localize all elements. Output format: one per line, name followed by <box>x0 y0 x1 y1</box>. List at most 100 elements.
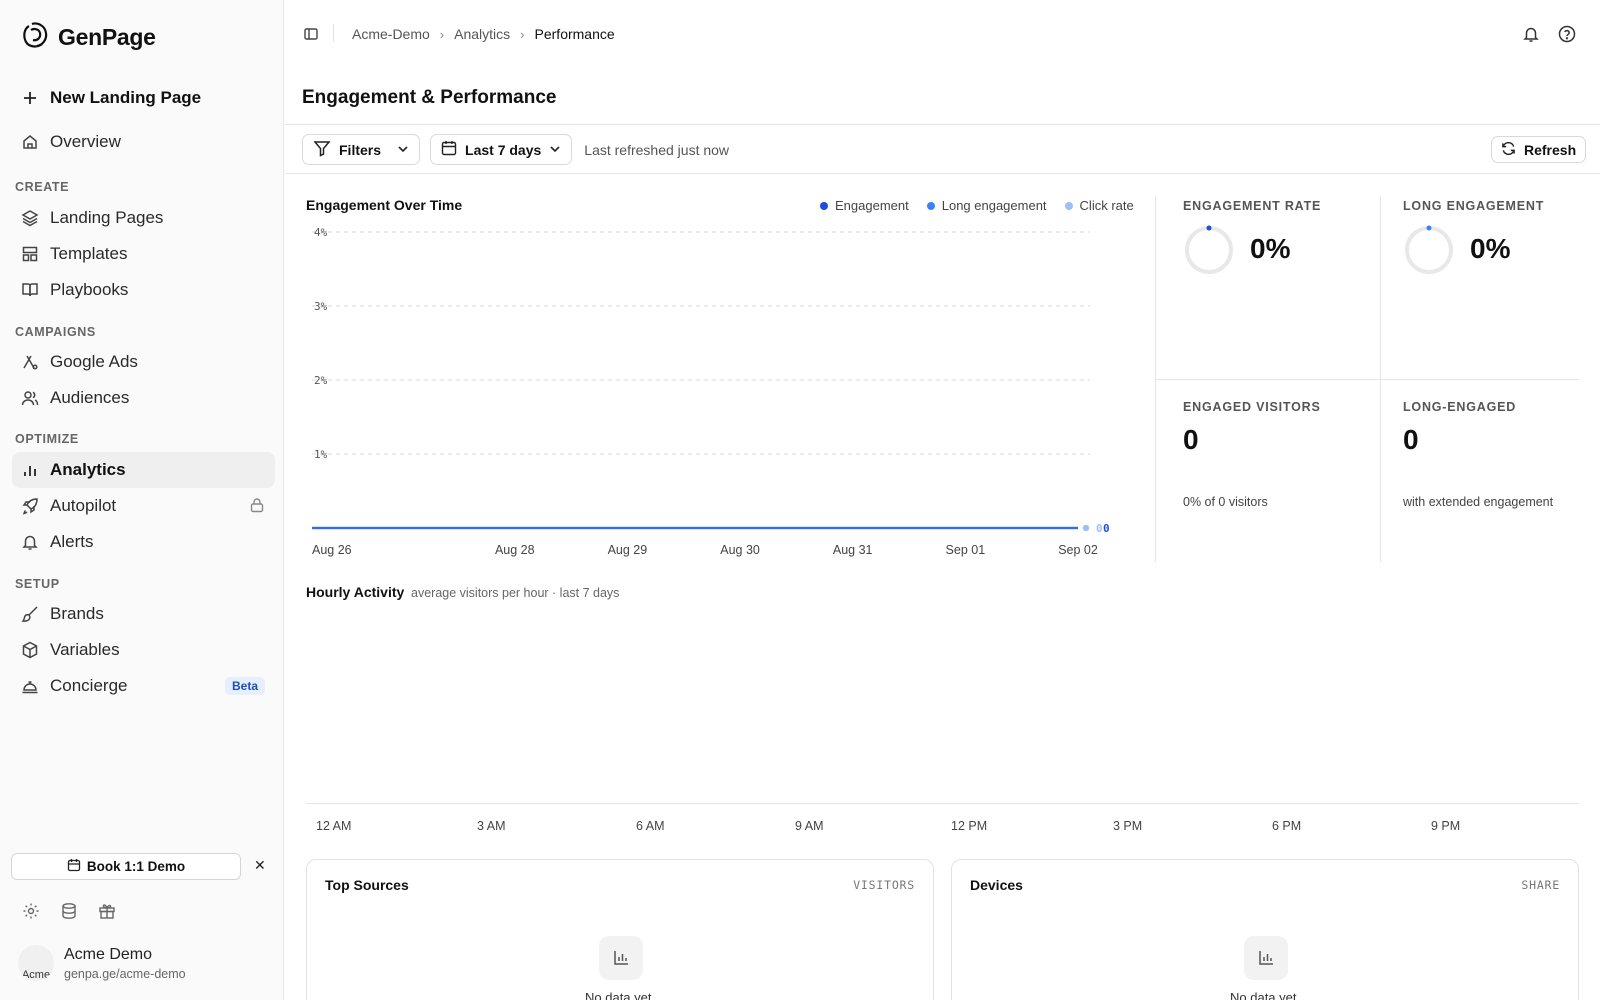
sidebar-footer-icons <box>22 902 116 925</box>
x-tick-label: Aug 26 <box>312 543 352 557</box>
sidebar-item-concierge[interactable]: Concierge Beta <box>12 668 275 704</box>
hour-label: 3 AM <box>477 819 506 833</box>
chevron-down-icon <box>549 142 561 158</box>
filters-label: Filters <box>339 141 382 158</box>
legend-item-engagement[interactable]: Engagement <box>820 198 909 213</box>
sidebar-item-label: Landing Pages <box>50 208 164 227</box>
notifications-bell-icon[interactable] <box>1522 25 1540 48</box>
sidebar-item-label: Templates <box>50 244 128 263</box>
x-tick-label: Aug 30 <box>720 543 760 557</box>
kpi-label: ENGAGED VISITORS <box>1183 400 1321 414</box>
hour-label: 6 PM <box>1272 819 1302 833</box>
hour-label: 12 PM <box>951 819 988 833</box>
engagement-chart: 1% 2% 3% 4% 0 0 Aug 26 Aug 28 Aug 29 Aug 30 Aug 31… <box>312 226 1110 557</box>
refresh-button[interactable]: Refresh <box>1491 136 1587 163</box>
users-icon <box>20 388 40 408</box>
kpi-label: ENGAGEMENT RATE <box>1183 199 1322 213</box>
bar-chart-icon <box>20 460 40 480</box>
sidebar-item-label: Brands <box>50 604 104 623</box>
x-tick-label: Aug 29 <box>608 543 648 557</box>
hourly-activity-subtitle: average visitors per hour · last 7 days <box>411 586 620 600</box>
book-icon <box>20 280 40 300</box>
breadcrumb: Acme-Demo › Analytics › Performance <box>352 26 615 42</box>
sidebar-item-playbooks[interactable]: Playbooks <box>12 272 275 308</box>
kpi-subtext: 0% of 0 visitors <box>1183 495 1268 509</box>
sidebar-item-label: Analytics <box>50 460 126 479</box>
kpi-value: 0% <box>1470 233 1511 264</box>
sidebar-item-variables[interactable]: Variables <box>12 632 275 668</box>
top-sources-card: Top Sources VISITORS No data yet <box>306 859 934 1000</box>
section-label-optimize: OPTIMIZE <box>15 432 79 446</box>
breadcrumb-item-analytics[interactable]: Analytics <box>454 26 510 42</box>
breadcrumb-item-performance: Performance <box>534 26 615 42</box>
y-tick-label: 3% <box>314 300 328 313</box>
sidebar-item-autopilot[interactable]: Autopilot <box>12 488 275 524</box>
sidebar-item-alerts[interactable]: Alerts <box>12 524 275 560</box>
sidebar-item-label: Audiences <box>50 388 130 407</box>
sidebar-item-overview[interactable]: Overview <box>12 124 275 160</box>
calendar-icon <box>67 858 81 875</box>
database-icon[interactable] <box>60 902 78 925</box>
new-landing-page-button[interactable]: New Landing Page <box>12 80 275 116</box>
sidebar-item-label: Overview <box>50 132 121 151</box>
gift-icon[interactable] <box>98 902 116 925</box>
gear-icon[interactable] <box>22 902 40 925</box>
sidebar-item-label: Concierge <box>50 676 128 695</box>
bell-icon <box>20 532 40 552</box>
y-tick-label: 4% <box>314 226 328 239</box>
user-profile[interactable]: Acme Acme Demo genpa.ge/acme-demo <box>18 945 186 981</box>
last-refreshed-text: Last refreshed just now <box>584 141 730 158</box>
hourly-activity-title: Hourly Activity <box>306 584 405 600</box>
empty-state-text: No data yet <box>585 990 652 1000</box>
divider <box>285 124 1600 125</box>
series-endpoint <box>1082 524 1090 532</box>
close-icon[interactable]: ✕ <box>254 857 266 874</box>
sidebar-item-templates[interactable]: Templates <box>12 236 275 272</box>
book-demo-button[interactable]: Book 1:1 Demo <box>11 853 241 880</box>
kpi-label: LONG-ENGAGED <box>1403 400 1517 414</box>
sidebar-item-landing-pages[interactable]: Landing Pages <box>12 200 275 236</box>
sidebar-item-audiences[interactable]: Audiences <box>12 380 275 416</box>
y-tick-label: 1% <box>314 448 328 461</box>
sidebar-item-label: Variables <box>50 640 120 659</box>
app-logo[interactable]: GenPage <box>20 20 156 55</box>
avatar-alt-text: Acme <box>21 969 51 981</box>
refresh-label: Refresh <box>1524 141 1577 158</box>
hour-label: 9 PM <box>1431 819 1461 833</box>
cube-icon <box>20 640 40 660</box>
hour-label: 9 AM <box>795 819 824 833</box>
brush-icon <box>20 604 40 624</box>
divider <box>285 173 1600 174</box>
legend-item-long-engagement[interactable]: Long engagement <box>926 198 1047 213</box>
empty-chart-icon <box>599 936 643 980</box>
home-icon <box>20 132 40 152</box>
card-meta: SHARE <box>1521 878 1560 892</box>
breadcrumb-item-acme-demo[interactable]: Acme-Demo <box>352 26 430 42</box>
sidebar-toggle-icon[interactable] <box>303 26 319 47</box>
date-range-select[interactable]: Last 7 days <box>430 134 573 165</box>
kpi-value: 0% <box>1250 233 1291 264</box>
legend-swatch <box>820 201 828 210</box>
engagement-rate-ring <box>1185 225 1233 274</box>
sidebar-item-label: Autopilot <box>50 496 117 515</box>
sidebar-item-analytics[interactable]: Analytics <box>12 452 275 488</box>
layers-icon <box>20 208 40 228</box>
x-tick-label: Aug 31 <box>833 543 873 557</box>
beta-badge: Beta <box>224 677 265 695</box>
lock-icon <box>249 497 265 518</box>
legend-item-click-rate[interactable]: Click rate <box>1064 198 1134 213</box>
sidebar-item-brands[interactable]: Brands <box>12 596 275 632</box>
legend-swatch <box>926 201 935 210</box>
hour-label: 12 AM <box>316 819 352 833</box>
x-tick-label: Sep 01 <box>946 543 986 557</box>
hour-label: 6 AM <box>636 819 665 833</box>
filters-button[interactable]: Filters <box>302 134 421 165</box>
chevron-right-icon: › <box>520 26 525 42</box>
sidebar-item-label: Alerts <box>50 532 94 551</box>
empty-state-text: No data yet <box>1230 990 1297 1000</box>
layout-icon <box>20 244 40 264</box>
sidebar-item-google-ads[interactable]: Google Ads <box>12 344 275 380</box>
sidebar: GenPage New Landing Page Overview CREATE… <box>0 0 284 1000</box>
date-range-label: Last 7 days <box>465 141 542 158</box>
help-icon[interactable] <box>1558 25 1576 48</box>
